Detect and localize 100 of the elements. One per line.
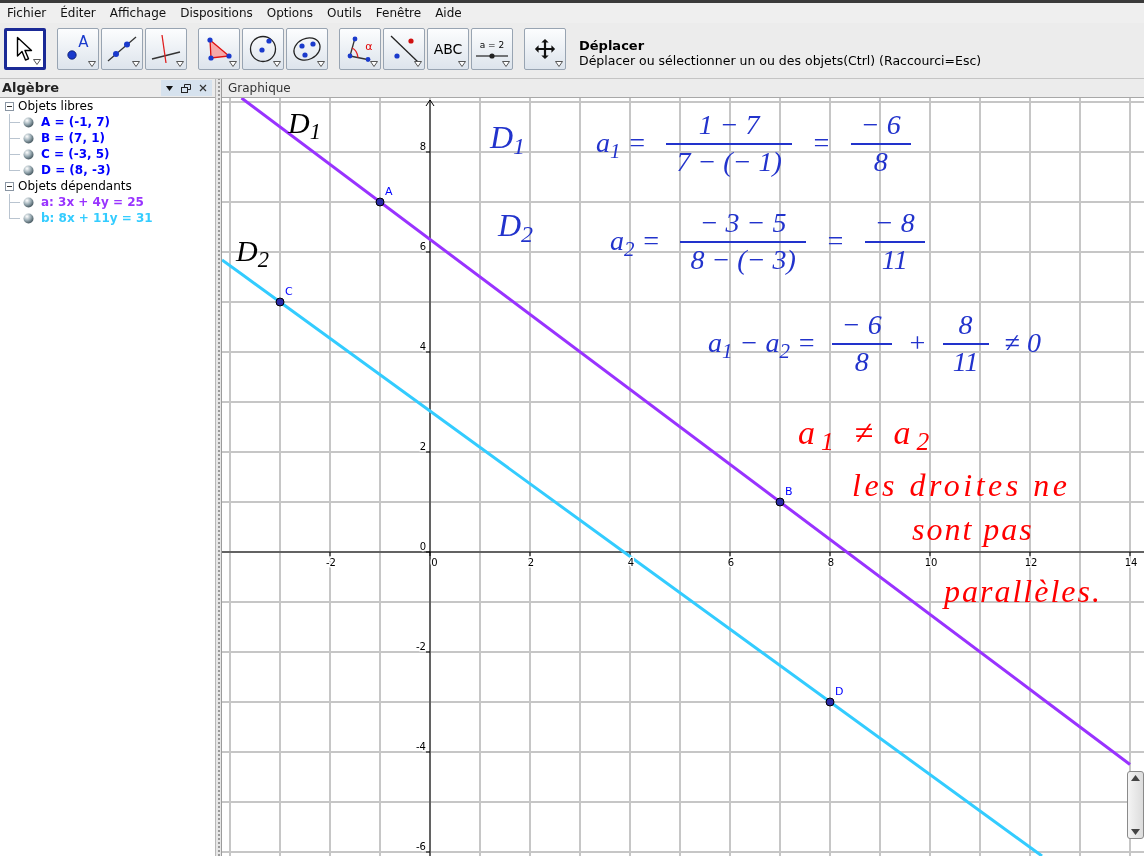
- handwritten-text: D$_{1}$: [490, 120, 526, 156]
- tick-label: 12: [1024, 557, 1038, 568]
- pane-title: Algèbre: [2, 79, 60, 98]
- dropdown-caret-icon[interactable]: [88, 61, 96, 67]
- dropdown-triangle-icon[interactable]: [166, 85, 173, 91]
- tool-button[interactable]: [286, 28, 328, 70]
- tool-button[interactable]: [524, 28, 566, 70]
- ellipse-icon: [292, 36, 322, 62]
- handwritten-text: sont pas: [912, 512, 1034, 548]
- close-icon[interactable]: [199, 84, 207, 92]
- dropdown-caret-icon[interactable]: [458, 61, 466, 67]
- dropdown-caret-icon[interactable]: [33, 59, 41, 65]
- undock-window-icon[interactable]: [181, 83, 191, 93]
- tick-label: 6: [727, 557, 735, 568]
- slider-icon: [476, 52, 508, 59]
- algebra-object[interactable]: B = (7, 1): [41, 129, 105, 147]
- tick-label: 10: [924, 557, 938, 568]
- visibility-ball-icon[interactable]: [23, 116, 34, 128]
- visibility-ball-icon[interactable]: [23, 196, 34, 208]
- point: [775, 497, 785, 507]
- algebra-object[interactable]: A = (-1, 7): [41, 113, 111, 131]
- collapse-icon[interactable]: [5, 101, 14, 111]
- four-way-arrow-icon: [534, 38, 556, 60]
- tool-button[interactable]: a = 2: [471, 28, 513, 70]
- handwritten-text: a$_{1}$ − a$_{2}$ =: [708, 328, 816, 360]
- menu-item[interactable]: Fenêtre: [368, 3, 429, 23]
- tool-button[interactable]: A: [57, 28, 99, 70]
- point-icon: [67, 50, 78, 60]
- visibility-ball-icon[interactable]: [23, 132, 34, 144]
- menu-item[interactable]: Dispositions: [173, 3, 260, 23]
- tool-button[interactable]: [383, 28, 425, 70]
- tree-folder-label[interactable]: Objets libres: [18, 97, 94, 115]
- angle-icon: [347, 36, 372, 62]
- dropdown-caret-icon[interactable]: [555, 61, 563, 67]
- fraction-denominator: 8 − (− 3): [689, 242, 797, 276]
- fraction-denominator: 8: [872, 144, 889, 178]
- up-arrow-icon[interactable]: [1131, 775, 1140, 781]
- menu-item[interactable]: Outils: [320, 3, 369, 23]
- tool-button[interactable]: [4, 28, 46, 70]
- menu-item[interactable]: Aide: [428, 3, 469, 23]
- handwritten-text: a$_{1}$ ≠ a$_{2}$: [798, 414, 936, 452]
- fraction-numerator: − 3 − 5: [680, 208, 806, 243]
- line-with-points-icon: [389, 35, 419, 63]
- handwritten-text: +: [907, 328, 927, 360]
- tick-label: 2: [419, 441, 426, 452]
- fraction-numerator: 1 − 7: [666, 110, 792, 145]
- menu-item[interactable]: Fichier: [0, 3, 54, 23]
- down-arrow-icon[interactable]: [1131, 829, 1140, 835]
- dropdown-caret-icon[interactable]: [229, 61, 237, 67]
- visibility-ball-icon[interactable]: [23, 212, 34, 224]
- arrow-cursor-icon: [16, 36, 34, 62]
- tool-button[interactable]: α: [339, 28, 381, 70]
- dropdown-caret-icon[interactable]: [273, 61, 281, 67]
- fraction-numerator: − 8: [864, 208, 925, 243]
- fraction-denominator: 11: [880, 242, 909, 276]
- visibility-ball-icon[interactable]: [23, 164, 34, 176]
- menu-item[interactable]: Éditer: [53, 3, 103, 23]
- scrollbar[interactable]: [1127, 771, 1144, 839]
- tool-description: Déplacer ou sélectionner un ou des objets(Ctrl) (Raccourci=Esc): [579, 53, 982, 68]
- algebra-object[interactable]: C = (-3, 5): [41, 145, 110, 163]
- fraction-numerator: 8: [942, 310, 989, 345]
- point: [825, 697, 835, 707]
- handwritten-text: parallèles.: [944, 574, 1102, 610]
- dropdown-caret-icon[interactable]: [132, 61, 140, 67]
- menu-item[interactable]: Affichage: [102, 3, 174, 23]
- handwritten-text: D$_{2}$: [236, 234, 269, 267]
- fraction-denominator: 11: [951, 344, 980, 378]
- point-label: C: [285, 285, 293, 298]
- handwritten-text: ≠ 0: [1004, 328, 1041, 360]
- menu-item[interactable]: Options: [259, 3, 321, 23]
- fraction-numerator: − 6: [831, 310, 892, 345]
- tick-label: 0: [431, 557, 438, 568]
- handwritten-text: =: [825, 226, 845, 258]
- tool-button[interactable]: ABC: [427, 28, 469, 70]
- dropdown-caret-icon[interactable]: [502, 61, 510, 67]
- tool-button[interactable]: [242, 28, 284, 70]
- tool-button[interactable]: [101, 28, 143, 70]
- tick-label: 0: [419, 541, 426, 552]
- point-label: B: [785, 485, 793, 498]
- algebra-object[interactable]: D = (8, -3): [41, 161, 111, 179]
- circle-icon: [249, 35, 277, 63]
- dropdown-caret-icon[interactable]: [176, 61, 184, 67]
- handwritten-text: les droites ne: [852, 468, 1071, 504]
- tree-folder-label[interactable]: Objets dépendants: [18, 177, 132, 195]
- tick-label: -2: [326, 557, 336, 568]
- tool-button[interactable]: [198, 28, 240, 70]
- handwritten-text: D$_{1}$: [288, 106, 321, 139]
- tick-label: 2: [527, 557, 535, 568]
- fraction-denominator: 7 − (− 1): [675, 144, 783, 178]
- dropdown-caret-icon[interactable]: [414, 61, 422, 67]
- dropdown-caret-icon[interactable]: [317, 61, 325, 67]
- dropdown-caret-icon[interactable]: [370, 61, 378, 67]
- tick-label: -6: [416, 841, 426, 852]
- visibility-ball-icon[interactable]: [23, 148, 34, 160]
- fraction-denominator: 8: [853, 344, 870, 378]
- tick-label: -4: [416, 741, 426, 752]
- line-through-points-icon: [107, 36, 137, 62]
- algebra-object[interactable]: a: 3x + 4y = 25: [41, 193, 144, 211]
- collapse-icon[interactable]: [5, 181, 14, 191]
- tick-label: 8: [827, 557, 835, 568]
